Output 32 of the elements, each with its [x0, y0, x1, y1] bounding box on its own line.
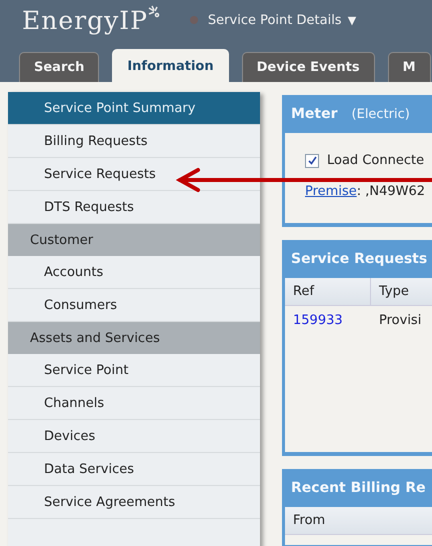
sidebar-item[interactable]: Accounts: [8, 256, 260, 289]
column-header[interactable]: Ref: [285, 278, 371, 305]
sidebar-heading: Customer: [8, 224, 260, 256]
ref-link[interactable]: 159933: [285, 306, 371, 334]
sidebar-item[interactable]: Service Requests: [8, 158, 260, 191]
panel-subtitle: (Electric): [352, 106, 410, 122]
sidebar-item[interactable]: DTS Requests: [8, 191, 260, 224]
tab[interactable]: Search: [19, 52, 100, 82]
sidebar-item[interactable]: Billing Requests: [8, 125, 260, 158]
panel-title: Service Requests: [291, 251, 428, 267]
sidebar-item[interactable]: Channels: [8, 387, 260, 420]
premise-link[interactable]: Premise: [305, 184, 357, 199]
checkbox-label: Load Connecte: [327, 153, 424, 168]
premise-value: : ,N49W62: [356, 184, 426, 199]
sidebar-item[interactable]: Service Agreements: [8, 486, 260, 519]
sidebar-item[interactable]: Consumers: [8, 289, 260, 322]
sidebar-item[interactable]: Devices: [8, 420, 260, 453]
table-cell-text: Provisi: [378, 312, 422, 330]
status-dot: [190, 16, 198, 24]
checkbox[interactable]: [305, 154, 319, 168]
tab[interactable]: M: [388, 52, 430, 82]
tab[interactable]: Information: [112, 49, 229, 82]
panel-title: Recent Billing Re: [291, 480, 426, 496]
sidebar-item[interactable]: Data Services: [8, 453, 260, 486]
tab[interactable]: Device Events: [242, 52, 375, 82]
sidebar-item[interactable]: Service Point: [8, 354, 260, 387]
page-menu[interactable]: Service Point Details ▼: [208, 12, 356, 28]
panel-title: Meter: [291, 106, 338, 122]
sidebar-heading: Assets and Services: [8, 322, 260, 354]
sidebar-item[interactable]: Service Point Summary: [8, 92, 260, 125]
column-header[interactable]: Type: [371, 278, 432, 305]
logo: EnergyIP: [22, 6, 148, 34]
